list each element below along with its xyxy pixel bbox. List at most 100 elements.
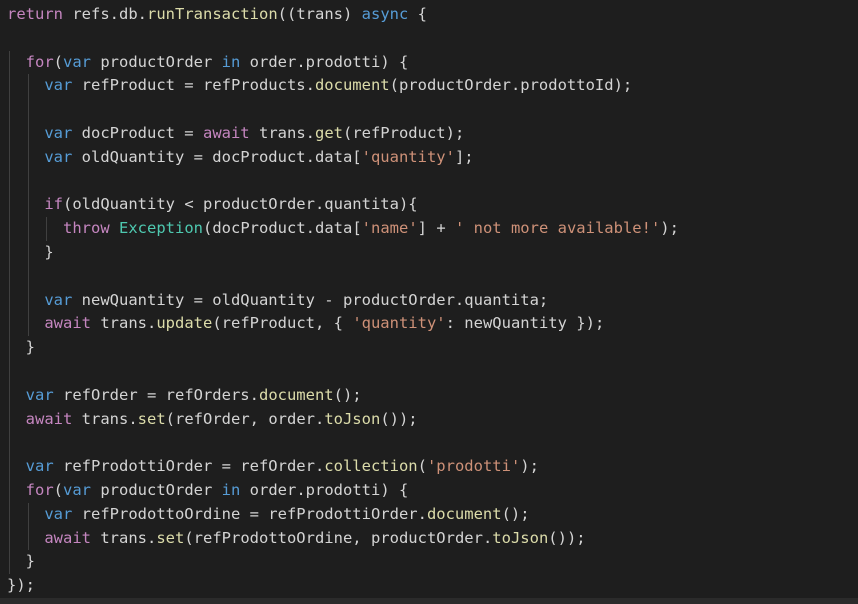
code-token: var <box>44 147 73 166</box>
code-token: productOrder <box>91 480 222 499</box>
code-token: (refProduct); <box>342 123 465 142</box>
code-token: ((trans) <box>277 5 362 23</box>
code-token: trans. <box>72 409 138 428</box>
code-token: var <box>63 480 92 499</box>
code-line[interactable]: await trans.set(refProdottoOrdine, produ… <box>7 527 679 551</box>
code-line[interactable]: } <box>7 241 679 265</box>
code-line[interactable]: var refProduct = refProducts.document(pr… <box>7 74 679 98</box>
code-token: set <box>137 409 166 428</box>
code-line[interactable]: if(oldQuantity < productOrder.quantita){ <box>7 193 679 217</box>
code-token: var <box>44 290 73 309</box>
code-token: ( <box>53 480 64 499</box>
code-line[interactable] <box>7 27 679 51</box>
code-token: var <box>44 504 73 523</box>
code-token: (refProduct, { <box>212 314 353 333</box>
code-line[interactable] <box>7 431 679 455</box>
code-token: (oldQuantity < productOrder.quantita){ <box>63 195 418 214</box>
code-token: in <box>221 52 241 71</box>
code-line[interactable]: for(var productOrder in order.prodotti) … <box>7 479 679 503</box>
code-line[interactable] <box>7 98 679 122</box>
code-token: (); <box>501 504 530 523</box>
code-line[interactable]: var refOrder = refOrders.document(); <box>7 384 679 408</box>
code-token: async <box>361 5 409 23</box>
code-line[interactable]: var refProdottiOrder = refOrder.collecti… <box>7 455 679 479</box>
code-token: runTransaction <box>147 5 278 23</box>
code-token: document <box>314 76 390 95</box>
code-token: trans. <box>91 314 157 333</box>
code-token: for <box>25 52 54 71</box>
code-token: var <box>44 76 73 95</box>
code-line[interactable]: return refs.db.runTransaction((trans) as… <box>7 3 679 27</box>
code-token: for <box>25 480 54 499</box>
code-token: order.prodotti) { <box>240 52 409 71</box>
code-line[interactable]: var docProduct = await trans.get(refProd… <box>7 122 679 146</box>
code-token: (productOrder.prodottoId); <box>389 76 633 95</box>
code-token: 'prodotti' <box>426 457 521 476</box>
code-line[interactable]: var newQuantity = oldQuantity - productO… <box>7 289 679 313</box>
code-token: ); <box>520 457 539 476</box>
code-line[interactable] <box>7 265 679 289</box>
code-token: toJson <box>324 409 381 428</box>
code-token: throw <box>63 219 110 238</box>
code-token: newQuantity = oldQuantity - productOrder… <box>72 290 549 309</box>
code-line[interactable]: throw Exception(docProduct.data['name'] … <box>7 217 679 241</box>
code-line[interactable]: var refProdottoOrdine = refProdottiOrder… <box>7 503 679 527</box>
code-token: ]; <box>454 147 474 166</box>
code-token: ] + <box>417 219 455 238</box>
code-token: 'quantity' <box>352 314 446 333</box>
code-line[interactable]: } <box>7 336 679 360</box>
code-token: document <box>258 385 334 404</box>
code-token: set <box>156 528 185 547</box>
code-editor[interactable]: return refs.db.runTransaction((trans) as… <box>0 0 858 598</box>
code-token: collection <box>324 457 418 476</box>
code-line[interactable]: }); <box>7 574 679 598</box>
code-token: : newQuantity }); <box>445 314 605 333</box>
code-token: refProduct = refProducts. <box>72 76 315 95</box>
code-line[interactable]: await trans.update(refProduct, { 'quanti… <box>7 312 679 336</box>
code-line[interactable] <box>7 170 679 194</box>
code-token: (); <box>333 385 362 404</box>
horizontal-scrollbar[interactable] <box>0 598 858 604</box>
code-token: await <box>202 123 250 142</box>
code-line[interactable]: for(var productOrder in order.prodotti) … <box>7 51 679 75</box>
code-token: ()); <box>380 409 418 428</box>
code-token: var <box>25 385 54 404</box>
code-token: toJson <box>492 528 549 547</box>
code-token: get <box>314 123 343 142</box>
code-token: update <box>156 314 213 333</box>
code-content[interactable]: return refs.db.runTransaction((trans) as… <box>7 3 679 598</box>
code-token: ( <box>417 457 427 476</box>
code-token: productOrder <box>91 52 222 71</box>
code-line[interactable] <box>7 360 679 384</box>
code-token: (refOrder, order. <box>165 409 325 428</box>
code-token: (refProdottoOrdine, productOrder. <box>184 528 493 547</box>
code-token: if <box>44 195 63 214</box>
code-token: document <box>426 504 502 523</box>
code-token: } <box>44 242 54 261</box>
code-line[interactable]: await trans.set(refOrder, order.toJson()… <box>7 408 679 432</box>
code-line[interactable]: } <box>7 550 679 574</box>
code-token: } <box>25 552 36 571</box>
code-token: docProduct = <box>72 123 203 142</box>
code-token: await <box>44 528 91 547</box>
code-token: await <box>44 314 91 333</box>
code-token: refProdottoOrdine = refProdottiOrder. <box>72 504 427 523</box>
code-token: var <box>44 123 73 142</box>
code-token: 'quantity' <box>361 147 455 166</box>
code-token: (docProduct.data[ <box>203 219 362 238</box>
code-token: refOrder = refOrders. <box>53 385 259 404</box>
code-token: oldQuantity = docProduct.data[ <box>72 147 362 166</box>
code-line[interactable]: var oldQuantity = docProduct.data['quant… <box>7 146 679 170</box>
code-token: ()); <box>548 528 586 547</box>
